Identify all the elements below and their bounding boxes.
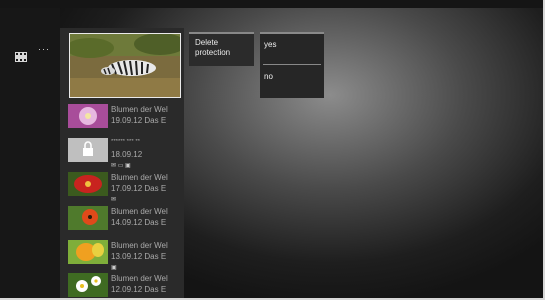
- top-bar: [0, 0, 543, 8]
- item-status-icons: ✉: [111, 197, 117, 203]
- list-item[interactable]: Blumen der Wel 14.09.12 Das E: [68, 206, 184, 234]
- film-icon[interactable]: [15, 52, 27, 62]
- item-title: Blumen der Wel: [111, 173, 168, 182]
- item-title: ****** *** **: [111, 139, 141, 145]
- purple-flower-thumbnail: [68, 104, 108, 128]
- item-subtitle: 13.09.12 Das E: [111, 252, 167, 261]
- list-item[interactable]: Blumen der Wel 12.09.12 Das E: [68, 273, 184, 301]
- more-icon[interactable]: ···: [38, 44, 50, 54]
- item-title: Blumen der Wel: [111, 105, 168, 114]
- option-yes[interactable]: yes: [260, 34, 324, 62]
- locked-thumbnail: [68, 138, 108, 162]
- list-item[interactable]: Blumen der Wel 19.09.12 Das E: [68, 104, 184, 132]
- item-title: Blumen der Wel: [111, 207, 168, 216]
- delete-protection-menu-item[interactable]: Delete protection: [189, 32, 254, 66]
- list-item[interactable]: Blumen der Wel 13.09.12 Das E ▣: [68, 240, 184, 271]
- item-subtitle: 18.09.12: [111, 150, 143, 159]
- menu-divider: [263, 64, 321, 65]
- tulip-thumbnail: [68, 240, 108, 264]
- item-subtitle: 12.09.12 Das E: [111, 285, 167, 294]
- selected-thumbnail[interactable]: [69, 33, 181, 98]
- item-subtitle: 14.09.12 Das E: [111, 218, 167, 227]
- list-item[interactable]: Blumen der Wel 17.09.12 Das E ✉: [68, 172, 184, 203]
- delete-protection-label: Delete protection: [195, 38, 231, 57]
- item-status-icons: ▣: [111, 265, 117, 271]
- daisy-thumbnail: [68, 273, 108, 297]
- options-menu: yes no: [260, 32, 324, 98]
- tv-screen: ··· Blumen der Wel 19.09.12 Das E ******…: [0, 0, 545, 300]
- item-subtitle: 19.09.12 Das E: [111, 116, 167, 125]
- option-yes-label: yes: [264, 40, 277, 49]
- red-flower-thumbnail: [68, 172, 108, 196]
- list-item[interactable]: ****** *** ** 18.09.12 ✉ ▭ ▣: [68, 138, 184, 169]
- left-sidebar: ···: [0, 8, 60, 298]
- item-subtitle: 17.09.12 Das E: [111, 184, 167, 193]
- option-no-label: no: [264, 72, 273, 81]
- item-status-icons: ✉ ▭ ▣: [111, 163, 131, 169]
- poppy-thumbnail: [68, 206, 108, 230]
- zebra-image: [70, 34, 180, 97]
- lock-icon: [83, 141, 93, 156]
- item-title: Blumen der Wel: [111, 241, 168, 250]
- item-title: Blumen der Wel: [111, 274, 168, 283]
- option-no[interactable]: no: [260, 66, 324, 94]
